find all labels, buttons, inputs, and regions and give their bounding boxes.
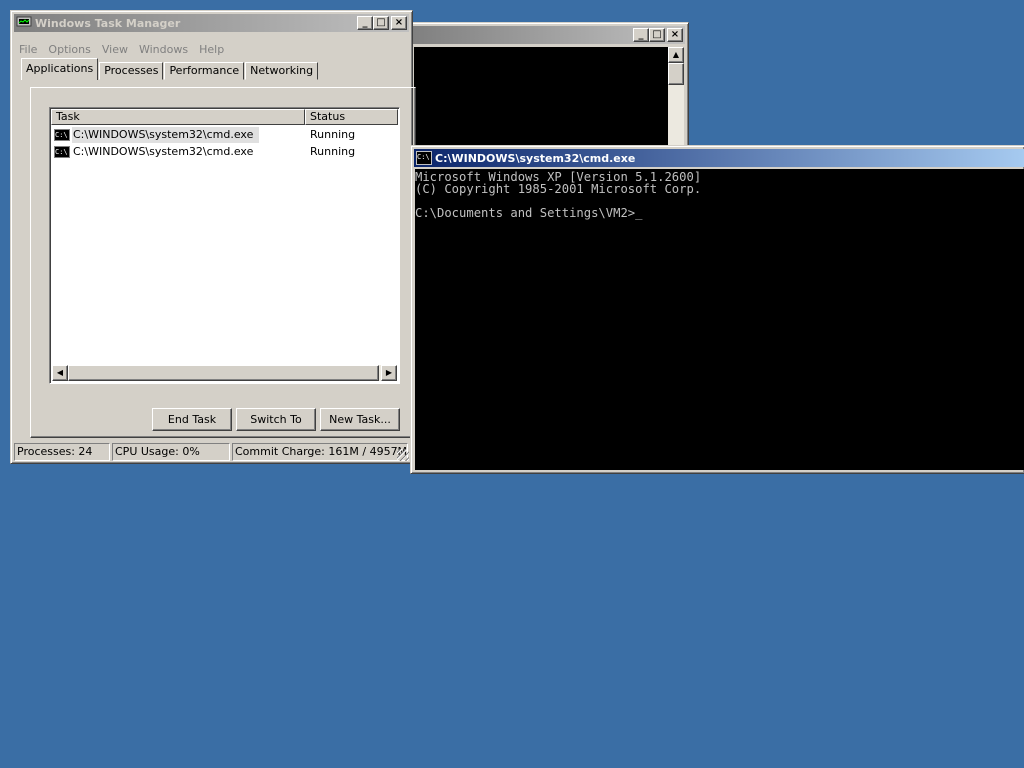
task-row[interactable]: C:\ C:\WINDOWS\system32\cmd.exe Running bbox=[52, 127, 398, 143]
console-line: C:\Documents and Settings\VM2>_ bbox=[415, 206, 643, 220]
minimize-button[interactable]: _ bbox=[357, 16, 373, 30]
scroll-right-button[interactable]: ▶ bbox=[381, 365, 397, 381]
scroll-thumb[interactable] bbox=[68, 365, 379, 381]
column-header-status[interactable]: Status bbox=[305, 109, 398, 125]
end-task-button[interactable]: End Task bbox=[152, 408, 232, 431]
maximize-button[interactable]: □ bbox=[373, 16, 389, 30]
status-commit-charge: Commit Charge: 161M / 4957M bbox=[232, 443, 408, 461]
new-task-button[interactable]: New Task... bbox=[320, 408, 400, 431]
task-manager-icon bbox=[16, 16, 32, 29]
cmd-background-console[interactable] bbox=[414, 47, 668, 149]
cmd-window-background[interactable]: _ □ × ▲ bbox=[409, 22, 689, 152]
menu-help[interactable]: Help bbox=[195, 43, 231, 56]
minimize-icon: _ bbox=[638, 29, 644, 40]
scroll-left-button[interactable]: ◀ bbox=[52, 365, 68, 381]
resize-grip[interactable] bbox=[397, 449, 409, 461]
scroll-thumb[interactable] bbox=[668, 63, 684, 85]
arrow-up-icon: ▲ bbox=[672, 50, 680, 59]
status-bar: Processes: 24 CPU Usage: 0% Commit Charg… bbox=[14, 441, 409, 461]
close-button[interactable]: × bbox=[667, 28, 683, 42]
task-manager-window[interactable]: Windows Task Manager _ □ × File Options … bbox=[10, 10, 416, 464]
tab-processes[interactable]: Processes bbox=[99, 62, 164, 80]
task-status: Running bbox=[310, 145, 356, 158]
status-cpu-usage: CPU Usage: 0% bbox=[112, 443, 230, 461]
tab-applications[interactable]: Applications bbox=[21, 58, 99, 80]
menu-file[interactable]: File bbox=[15, 43, 44, 56]
task-list[interactable]: Task Status C:\ C:\WINDOWS\system32\cmd.… bbox=[49, 107, 400, 384]
close-icon: × bbox=[394, 17, 404, 28]
task-manager-titlebar[interactable]: Windows Task Manager _ □ × bbox=[14, 14, 409, 32]
task-status: Running bbox=[310, 128, 356, 141]
cmd-window-active[interactable]: C:\ C:\WINDOWS\system32\cmd.exe Microsof… bbox=[410, 145, 1024, 474]
cmd-active-console[interactable]: Microsoft Windows XP [Version 5.1.2600](… bbox=[415, 169, 1024, 470]
maximize-icon: □ bbox=[376, 17, 386, 28]
close-button[interactable]: × bbox=[391, 16, 407, 30]
cmd-background-titlebar[interactable]: _ □ × bbox=[413, 26, 685, 44]
tab-performance[interactable]: Performance bbox=[164, 62, 245, 80]
column-header-task[interactable]: Task bbox=[51, 109, 305, 125]
console-line: (C) Copyright 1985-2001 Microsoft Corp. bbox=[415, 182, 702, 196]
menu-windows[interactable]: Windows bbox=[135, 43, 195, 56]
cmd-background-vscroll[interactable]: ▲ bbox=[668, 47, 684, 149]
task-name: C:\WINDOWS\system32\cmd.exe bbox=[73, 145, 254, 158]
cmd-active-title: C:\WINDOWS\system32\cmd.exe bbox=[435, 151, 636, 165]
menu-view[interactable]: View bbox=[98, 43, 135, 56]
maximize-icon: □ bbox=[652, 29, 662, 40]
tab-strip: Applications Processes Performance Netwo… bbox=[21, 58, 319, 80]
switch-to-button[interactable]: Switch To bbox=[236, 408, 316, 431]
close-icon: × bbox=[670, 29, 680, 40]
tab-networking[interactable]: Networking bbox=[245, 62, 319, 80]
task-list-hscroll[interactable]: ◀ ▶ bbox=[52, 365, 397, 381]
menu-bar: File Options View Windows Help bbox=[15, 43, 231, 56]
task-manager-title: Windows Task Manager bbox=[35, 16, 181, 30]
minimize-icon: _ bbox=[362, 17, 368, 28]
applications-tab-panel: Task Status C:\ C:\WINDOWS\system32\cmd.… bbox=[30, 87, 416, 438]
console-icon: C:\ bbox=[54, 146, 70, 158]
console-icon: C:\ bbox=[54, 129, 70, 141]
task-name: C:\WINDOWS\system32\cmd.exe bbox=[72, 127, 260, 143]
scroll-up-button[interactable]: ▲ bbox=[668, 47, 684, 63]
console-icon: C:\ bbox=[416, 151, 432, 165]
minimize-button[interactable]: _ bbox=[633, 28, 649, 42]
maximize-button[interactable]: □ bbox=[649, 28, 665, 42]
task-row[interactable]: C:\ C:\WINDOWS\system32\cmd.exe Running bbox=[52, 144, 398, 160]
arrow-right-icon: ▶ bbox=[385, 368, 393, 377]
status-processes: Processes: 24 bbox=[14, 443, 110, 461]
cmd-active-titlebar[interactable]: C:\ C:\WINDOWS\system32\cmd.exe bbox=[414, 149, 1024, 167]
arrow-left-icon: ◀ bbox=[56, 368, 64, 377]
menu-options[interactable]: Options bbox=[44, 43, 97, 56]
